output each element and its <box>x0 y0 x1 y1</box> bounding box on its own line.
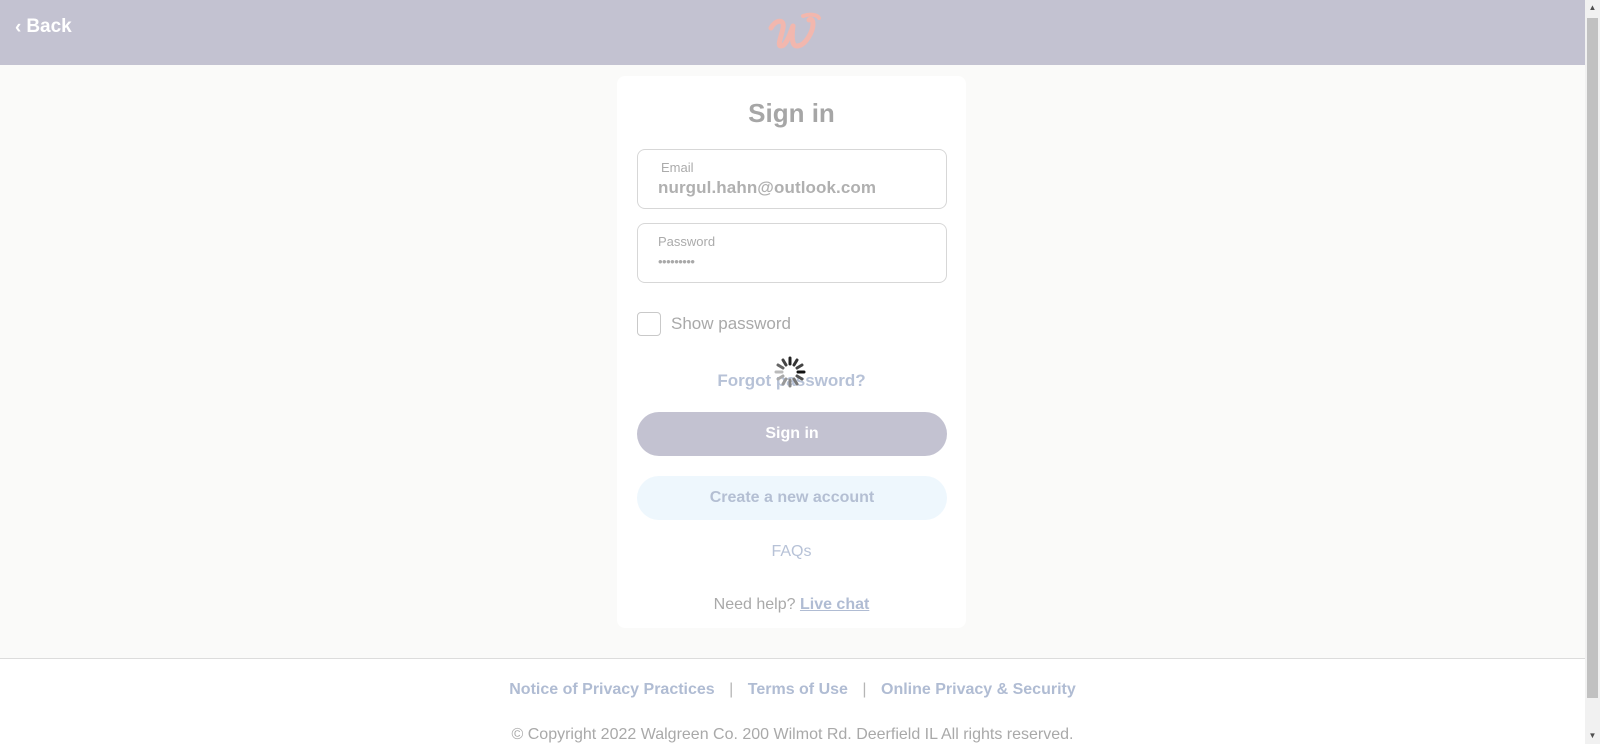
help-line: Need help? Live chat <box>617 596 966 614</box>
email-value: nurgul.hahn@outlook.com <box>658 178 877 197</box>
sign-in-card: Sign in Email nurgul.hahn@outlook.com Pa… <box>617 76 966 628</box>
online-privacy-link[interactable]: Online Privacy & Security <box>881 681 1076 698</box>
footer-links: Notice of Privacy Practices | Terms of U… <box>0 681 1585 699</box>
back-button[interactable]: ‹ Back <box>15 16 72 38</box>
footer: Notice of Privacy Practices | Terms of U… <box>0 658 1585 744</box>
scroll-down-arrow-icon[interactable]: ▼ <box>1585 728 1600 744</box>
password-field[interactable]: Password ••••••••• <box>637 223 947 283</box>
chevron-left-icon: ‹ <box>15 16 22 38</box>
footer-separator: | <box>862 681 867 698</box>
live-chat-link[interactable]: Live chat <box>800 596 869 613</box>
email-field[interactable]: Email nurgul.hahn@outlook.com <box>637 149 947 209</box>
sign-in-button[interactable]: Sign in <box>637 412 947 456</box>
scrollbar-thumb[interactable] <box>1587 18 1598 698</box>
show-password-checkbox[interactable] <box>637 312 661 336</box>
password-label: Password <box>658 234 716 249</box>
page-title: Sign in <box>748 98 835 128</box>
loading-spinner-icon <box>774 356 806 388</box>
faqs-link[interactable]: FAQs <box>617 543 966 561</box>
back-label: Back <box>26 16 72 37</box>
vertical-scrollbar[interactable]: ▲ ▼ <box>1585 0 1600 744</box>
create-account-button[interactable]: Create a new account <box>637 476 947 520</box>
page: ‹ Back Sign in Email nurgul.hahn@outlook… <box>0 0 1585 744</box>
footer-separator: | <box>729 681 734 698</box>
privacy-practices-link[interactable]: Notice of Privacy Practices <box>509 681 714 698</box>
email-label: Email <box>661 160 694 175</box>
copyright-text: © Copyright 2022 Walgreen Co. 200 Wilmot… <box>511 726 1074 743</box>
show-password-toggle[interactable]: Show password <box>637 312 791 336</box>
walgreens-w-logo-icon[interactable] <box>765 10 821 54</box>
scroll-up-arrow-icon[interactable]: ▲ <box>1585 0 1600 16</box>
top-header: ‹ Back <box>0 0 1585 65</box>
password-value: ••••••••• <box>658 254 695 269</box>
need-help-text: Need help? <box>713 596 796 613</box>
terms-of-use-link[interactable]: Terms of Use <box>748 681 848 698</box>
show-password-label: Show password <box>671 314 792 333</box>
